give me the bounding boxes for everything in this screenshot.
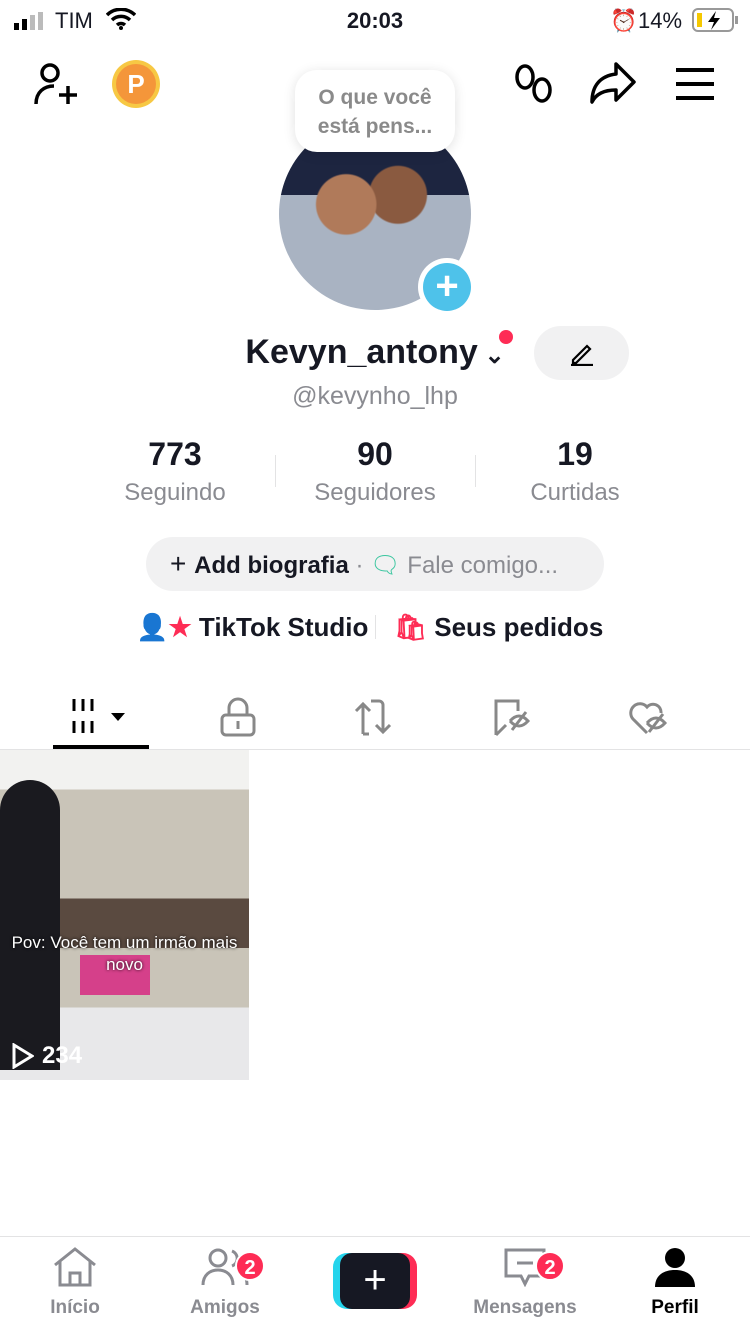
battery-charging-icon bbox=[692, 8, 740, 32]
pencil-icon bbox=[570, 344, 593, 366]
view-count: 234 bbox=[12, 1042, 82, 1070]
friends-badge: 2 bbox=[235, 1251, 265, 1281]
add-avatar-button[interactable]: + bbox=[418, 258, 476, 316]
profile-icon bbox=[655, 1248, 695, 1287]
tiktok-studio-link[interactable]: 👤★ TikTok Studio bbox=[136, 610, 368, 644]
nav-home[interactable]: Início bbox=[0, 1247, 150, 1319]
plus-icon: + bbox=[340, 1253, 410, 1309]
tab-private[interactable] bbox=[163, 685, 313, 749]
username-handle: @kevynho_lhp bbox=[292, 382, 458, 410]
tab-reposts[interactable] bbox=[300, 685, 450, 749]
studio-icon: 👤★ bbox=[136, 612, 199, 642]
status-bar: TIM 20:03 ⏰ 14% bbox=[0, 0, 750, 40]
tab-saved[interactable] bbox=[437, 685, 587, 749]
add-friend-icon[interactable] bbox=[34, 62, 80, 106]
video-caption: Pov: Você tem um irmão mais novo bbox=[11, 933, 238, 974]
play-icon bbox=[12, 1043, 34, 1069]
coin-icon[interactable]: P bbox=[112, 60, 160, 108]
nav-messages[interactable]: Mensagens 2 bbox=[450, 1247, 600, 1319]
display-name[interactable]: Kevyn_antony ⌄ bbox=[0, 333, 750, 372]
add-bio-button[interactable]: + Add biografia · 🗨 Fale comigo... bbox=[146, 537, 604, 591]
plus-icon: + bbox=[170, 548, 195, 579]
share-icon[interactable] bbox=[590, 62, 636, 104]
stat-following[interactable]: 773 Seguindo bbox=[75, 436, 275, 507]
footprints-icon[interactable] bbox=[514, 64, 554, 106]
nav-profile[interactable]: Perfil bbox=[600, 1247, 750, 1319]
lock-icon bbox=[220, 697, 256, 737]
chat-icon: 🗨 bbox=[370, 552, 401, 579]
bottom-nav: Início Amigos 2 + Mensagens 2 Perfil bbox=[0, 1236, 750, 1334]
notification-dot bbox=[499, 330, 513, 344]
liked-hidden-icon bbox=[629, 702, 668, 735]
menu-icon[interactable] bbox=[676, 68, 714, 100]
nav-friends[interactable]: Amigos 2 bbox=[150, 1247, 300, 1319]
saved-hidden-icon bbox=[494, 699, 531, 737]
chevron-down-icon: ⌄ bbox=[477, 342, 505, 369]
plus-icon: + bbox=[423, 263, 471, 311]
home-icon bbox=[54, 1247, 96, 1287]
orders-link[interactable]: 🛍 Seus pedidos bbox=[394, 610, 603, 644]
thought-bubble[interactable]: O que você está pens... bbox=[295, 70, 455, 152]
video-person bbox=[0, 780, 60, 1070]
tab-liked[interactable] bbox=[574, 685, 724, 749]
content-tabs bbox=[0, 685, 750, 750]
repost-icon bbox=[354, 699, 392, 736]
stat-followers[interactable]: 90 Seguidores bbox=[275, 436, 475, 507]
battery-percent: 14% bbox=[638, 8, 683, 33]
shopping-bag-icon: 🛍 bbox=[394, 612, 435, 642]
alarm-icon: ⏰ bbox=[610, 8, 638, 33]
edit-profile-button[interactable] bbox=[534, 326, 629, 380]
divider bbox=[375, 615, 376, 639]
tab-videos[interactable] bbox=[26, 685, 176, 749]
video-thumbnail[interactable]: Pov: Você tem um irmão mais novo 234 bbox=[0, 750, 249, 1080]
messages-badge: 2 bbox=[535, 1251, 565, 1281]
create-button[interactable]: + bbox=[333, 1253, 417, 1309]
stat-likes[interactable]: 19 Curtidas bbox=[475, 436, 675, 507]
